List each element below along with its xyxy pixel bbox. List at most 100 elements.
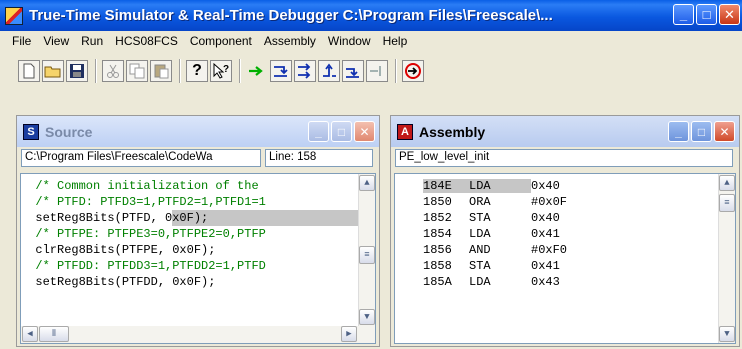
menu-hcs08fcs[interactable]: HCS08FCS: [109, 34, 184, 48]
source-title-bar[interactable]: S Source _ □ ✕: [17, 116, 379, 147]
instruction-operand: #0xF0: [531, 243, 568, 257]
menu-assembly[interactable]: Assembly: [258, 34, 322, 48]
source-maximize-button[interactable]: □: [331, 121, 352, 142]
minimize-button[interactable]: _: [673, 4, 694, 25]
source-line[interactable]: /* PTFD: PTFD3=1,PTFD2=1,PTFD1=1: [21, 194, 375, 210]
assembly-info-bar: PE_low_level_init: [391, 147, 739, 169]
assembly-close-button[interactable]: ✕: [714, 121, 735, 142]
cut-button[interactable]: [102, 60, 124, 82]
halt-button[interactable]: [366, 60, 388, 82]
assembly-line[interactable]: 1858 STA 0x41: [395, 258, 735, 274]
menu-help[interactable]: Help: [377, 34, 414, 48]
assembly-line[interactable]: 1850 ORA #0x0F: [395, 194, 735, 210]
menu-bar: File View Run HCS08FCS Component Assembl…: [0, 31, 742, 51]
context-help-button[interactable]: ?: [210, 60, 232, 82]
toolbar-separator: [179, 59, 181, 83]
instruction-opcode: STA: [469, 259, 491, 273]
minimize-icon: _: [315, 124, 322, 139]
scroll-up-button[interactable]: ▲: [719, 175, 735, 191]
source-vertical-scrollbar[interactable]: ▲ ≡ ▼: [358, 174, 375, 326]
open-folder-icon: [44, 66, 61, 78]
close-button[interactable]: ✕: [719, 4, 740, 25]
instruction-operand: 0x40: [531, 211, 560, 225]
current-statement-highlight: x0F);: [172, 210, 375, 226]
instruction-head: 1852 STA: [423, 211, 531, 225]
new-file-button[interactable]: [18, 60, 40, 82]
chevron-up-icon: ▲: [364, 178, 370, 188]
menu-view[interactable]: View: [37, 34, 75, 48]
start-continue-button[interactable]: [246, 60, 268, 82]
assembly-minimize-button[interactable]: _: [668, 121, 689, 142]
assembly-line[interactable]: 185A LDA 0x43: [395, 274, 735, 290]
paste-button[interactable]: [150, 60, 172, 82]
app-title-bar[interactable]: True-Time Simulator & Real-Time Debugger…: [0, 0, 742, 31]
source-line[interactable]: /* PTFDD: PTFDD3=1,PTFDD2=1,PTFD: [21, 258, 375, 274]
instruction-address: 185A: [423, 275, 452, 289]
scroll-left-button[interactable]: ◀: [22, 326, 38, 342]
source-line-text: setReg8Bits(PTFD, 0: [21, 211, 173, 225]
source-minimize-button[interactable]: _: [308, 121, 329, 142]
close-icon: ✕: [359, 124, 370, 139]
instruction-opcode: LDA: [469, 227, 491, 241]
minimize-icon: _: [675, 124, 682, 139]
instruction-operand: 0x40: [531, 179, 560, 193]
source-line[interactable]: /* PTFPE: PTFPE3=0,PTFPE2=0,PTFP: [21, 226, 375, 242]
maximize-button[interactable]: □: [696, 4, 717, 25]
assembly-maximize-button[interactable]: □: [691, 121, 712, 142]
source-horizontal-scrollbar[interactable]: ◀ ⦀ ▶: [21, 326, 375, 343]
scroll-thumb[interactable]: ≡: [359, 246, 375, 264]
source-line[interactable]: /* Common initialization of the: [21, 178, 375, 194]
instruction-address: 1858: [423, 259, 452, 273]
scroll-thumb[interactable]: ≡: [719, 194, 735, 212]
assembly-window[interactable]: A Assembly _ □ ✕ PE_low_level_init 184E L…: [390, 115, 740, 347]
single-step-icon: [274, 66, 288, 77]
instruction-head: 185A LDA: [423, 275, 531, 289]
source-line[interactable]: setReg8Bits(PTFDD, 0x0F);: [21, 274, 375, 290]
scroll-right-button[interactable]: ▶: [341, 326, 357, 342]
instruction-opcode: AND: [469, 243, 491, 257]
scroll-up-button[interactable]: ▲: [359, 175, 375, 191]
copy-button[interactable]: [126, 60, 148, 82]
menu-run[interactable]: Run: [75, 34, 109, 48]
instruction-operand: 0x41: [531, 227, 560, 241]
assembly-line[interactable]: 184E LDA 0x40: [395, 178, 735, 194]
assembly-line[interactable]: 1856 AND #0xF0: [395, 242, 735, 258]
step-out-icon: [323, 63, 336, 77]
source-code-area[interactable]: /* Common initialization of the /* PTFD:…: [20, 173, 376, 344]
save-icon: [70, 64, 84, 78]
instruction-opcode: LDA: [469, 275, 491, 289]
copy-icon: [129, 63, 145, 79]
menu-component[interactable]: Component: [184, 34, 258, 48]
grip-icon: ⦀: [52, 329, 56, 339]
help-button[interactable]: ?: [186, 60, 208, 82]
assembly-vertical-scrollbar[interactable]: ▲ ≡ ▼: [718, 174, 735, 343]
assembly-line[interactable]: 1852 STA 0x40: [395, 210, 735, 226]
maximize-icon: □: [697, 124, 706, 139]
app-icon: [5, 6, 23, 25]
assembly-lines: 184E LDA 0x40 1850 ORA #0x0F 1852 STA 0x40 1854 LD…: [395, 174, 735, 290]
source-window[interactable]: S Source _ □ ✕ C:\Program Files\Freescal…: [16, 115, 380, 347]
step-out-button[interactable]: [318, 60, 340, 82]
step-over-button[interactable]: [294, 60, 316, 82]
instruction-address: 184E: [423, 179, 452, 193]
assembly-step-button[interactable]: [342, 60, 364, 82]
save-button[interactable]: [66, 60, 88, 82]
scroll-down-button[interactable]: ▼: [719, 326, 735, 342]
source-close-button[interactable]: ✕: [354, 121, 375, 142]
source-line[interactable]: clrReg8Bits(PTFPE, 0x0F);: [21, 242, 375, 258]
h-scroll-thumb[interactable]: ⦀: [39, 326, 69, 342]
assembly-code-area[interactable]: 184E LDA 0x40 1850 ORA #0x0F 1852 STA 0x40 1854 LD…: [394, 173, 736, 344]
instruction-head: 1856 AND: [423, 243, 531, 257]
scroll-down-button[interactable]: ▼: [359, 309, 375, 325]
source-info-bar: C:\Program Files\Freescale\CodeWa Line: …: [17, 147, 379, 169]
open-button[interactable]: [42, 60, 64, 82]
instruction-opcode: ORA: [469, 195, 491, 209]
halt-icon: [370, 66, 381, 76]
assembly-line[interactable]: 1854 LDA 0x41: [395, 226, 735, 242]
assembly-title-bar[interactable]: A Assembly _ □ ✕: [391, 116, 739, 147]
menu-window[interactable]: Window: [322, 34, 377, 48]
menu-file[interactable]: File: [6, 34, 37, 48]
reset-button[interactable]: [402, 60, 424, 82]
single-step-button[interactable]: [270, 60, 292, 82]
source-line[interactable]: setReg8Bits(PTFD, 0x0F);: [21, 210, 375, 226]
